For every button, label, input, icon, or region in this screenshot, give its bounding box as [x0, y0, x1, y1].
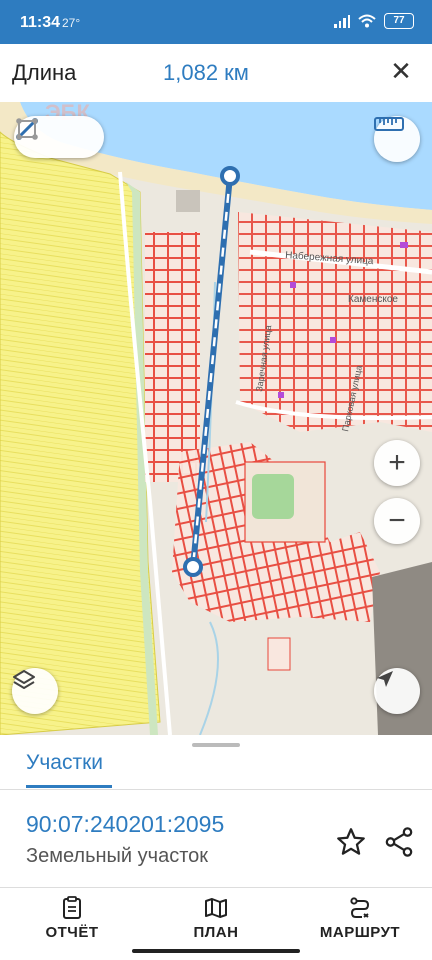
route-icon	[350, 897, 370, 918]
route-label: МАРШРУТ	[319, 924, 401, 941]
battery-icon: 77	[384, 13, 414, 29]
layers-icon[interactable]	[12, 668, 58, 714]
divider	[0, 789, 432, 790]
divider	[0, 887, 432, 888]
close-icon[interactable]: ✕	[386, 56, 416, 86]
tab-parcels[interactable]: Участки	[26, 751, 103, 775]
status-icons: 77	[334, 13, 414, 29]
status-temperature: 27°	[62, 16, 81, 30]
map-canvas[interactable]: Набережная улица Каменское Парковая улиц…	[0, 102, 432, 735]
zoom-in-button[interactable]: +	[374, 440, 420, 486]
zoom-out-button[interactable]: −	[374, 498, 420, 544]
area-measure-icon[interactable]	[16, 116, 104, 158]
status-time: 11:34	[20, 14, 61, 31]
parcel-cadastral-number[interactable]: 90:07:240201:2095	[26, 811, 224, 838]
tab-underline	[26, 785, 112, 788]
share-icon[interactable]	[382, 825, 416, 859]
report-button[interactable]: ОТЧЁТ	[36, 896, 108, 941]
measure-end-point	[183, 557, 203, 577]
sheet-drag-handle[interactable]	[192, 743, 240, 747]
measure-title: Длина	[12, 60, 77, 85]
measure-start-point	[220, 166, 240, 186]
wifi-icon	[358, 14, 376, 28]
signal-icon	[334, 14, 350, 28]
measure-header: Длина 1,082 км ✕	[0, 44, 432, 102]
plan-button[interactable]: ПЛАН	[180, 896, 252, 941]
map-label-village: Каменское	[348, 294, 398, 305]
status-bar: 11:34 27° 77	[0, 0, 432, 44]
ruler-icon[interactable]	[374, 116, 420, 162]
measure-length-value: 1,082 км	[163, 60, 249, 85]
clipboard-icon	[63, 896, 81, 919]
gesture-bar	[132, 949, 300, 953]
parcel-type: Земельный участок	[26, 845, 209, 867]
measure-mode-toggle[interactable]	[14, 116, 104, 158]
bottom-navigation: ОТЧЁТ ПЛАН МАРШРУТ	[0, 890, 432, 950]
report-label: ОТЧЁТ	[45, 924, 99, 941]
map-view[interactable]: Набережная улица Каменское Парковая улиц…	[0, 102, 432, 735]
map-icon	[205, 898, 227, 918]
star-icon[interactable]	[334, 825, 368, 859]
navigation-arrow-icon[interactable]	[374, 668, 420, 714]
plan-label: ПЛАН	[193, 924, 239, 941]
bottom-sheet: Участки 90:07:240201:2095 Земельный учас…	[0, 735, 432, 960]
route-button[interactable]: МАРШРУТ	[310, 896, 410, 941]
